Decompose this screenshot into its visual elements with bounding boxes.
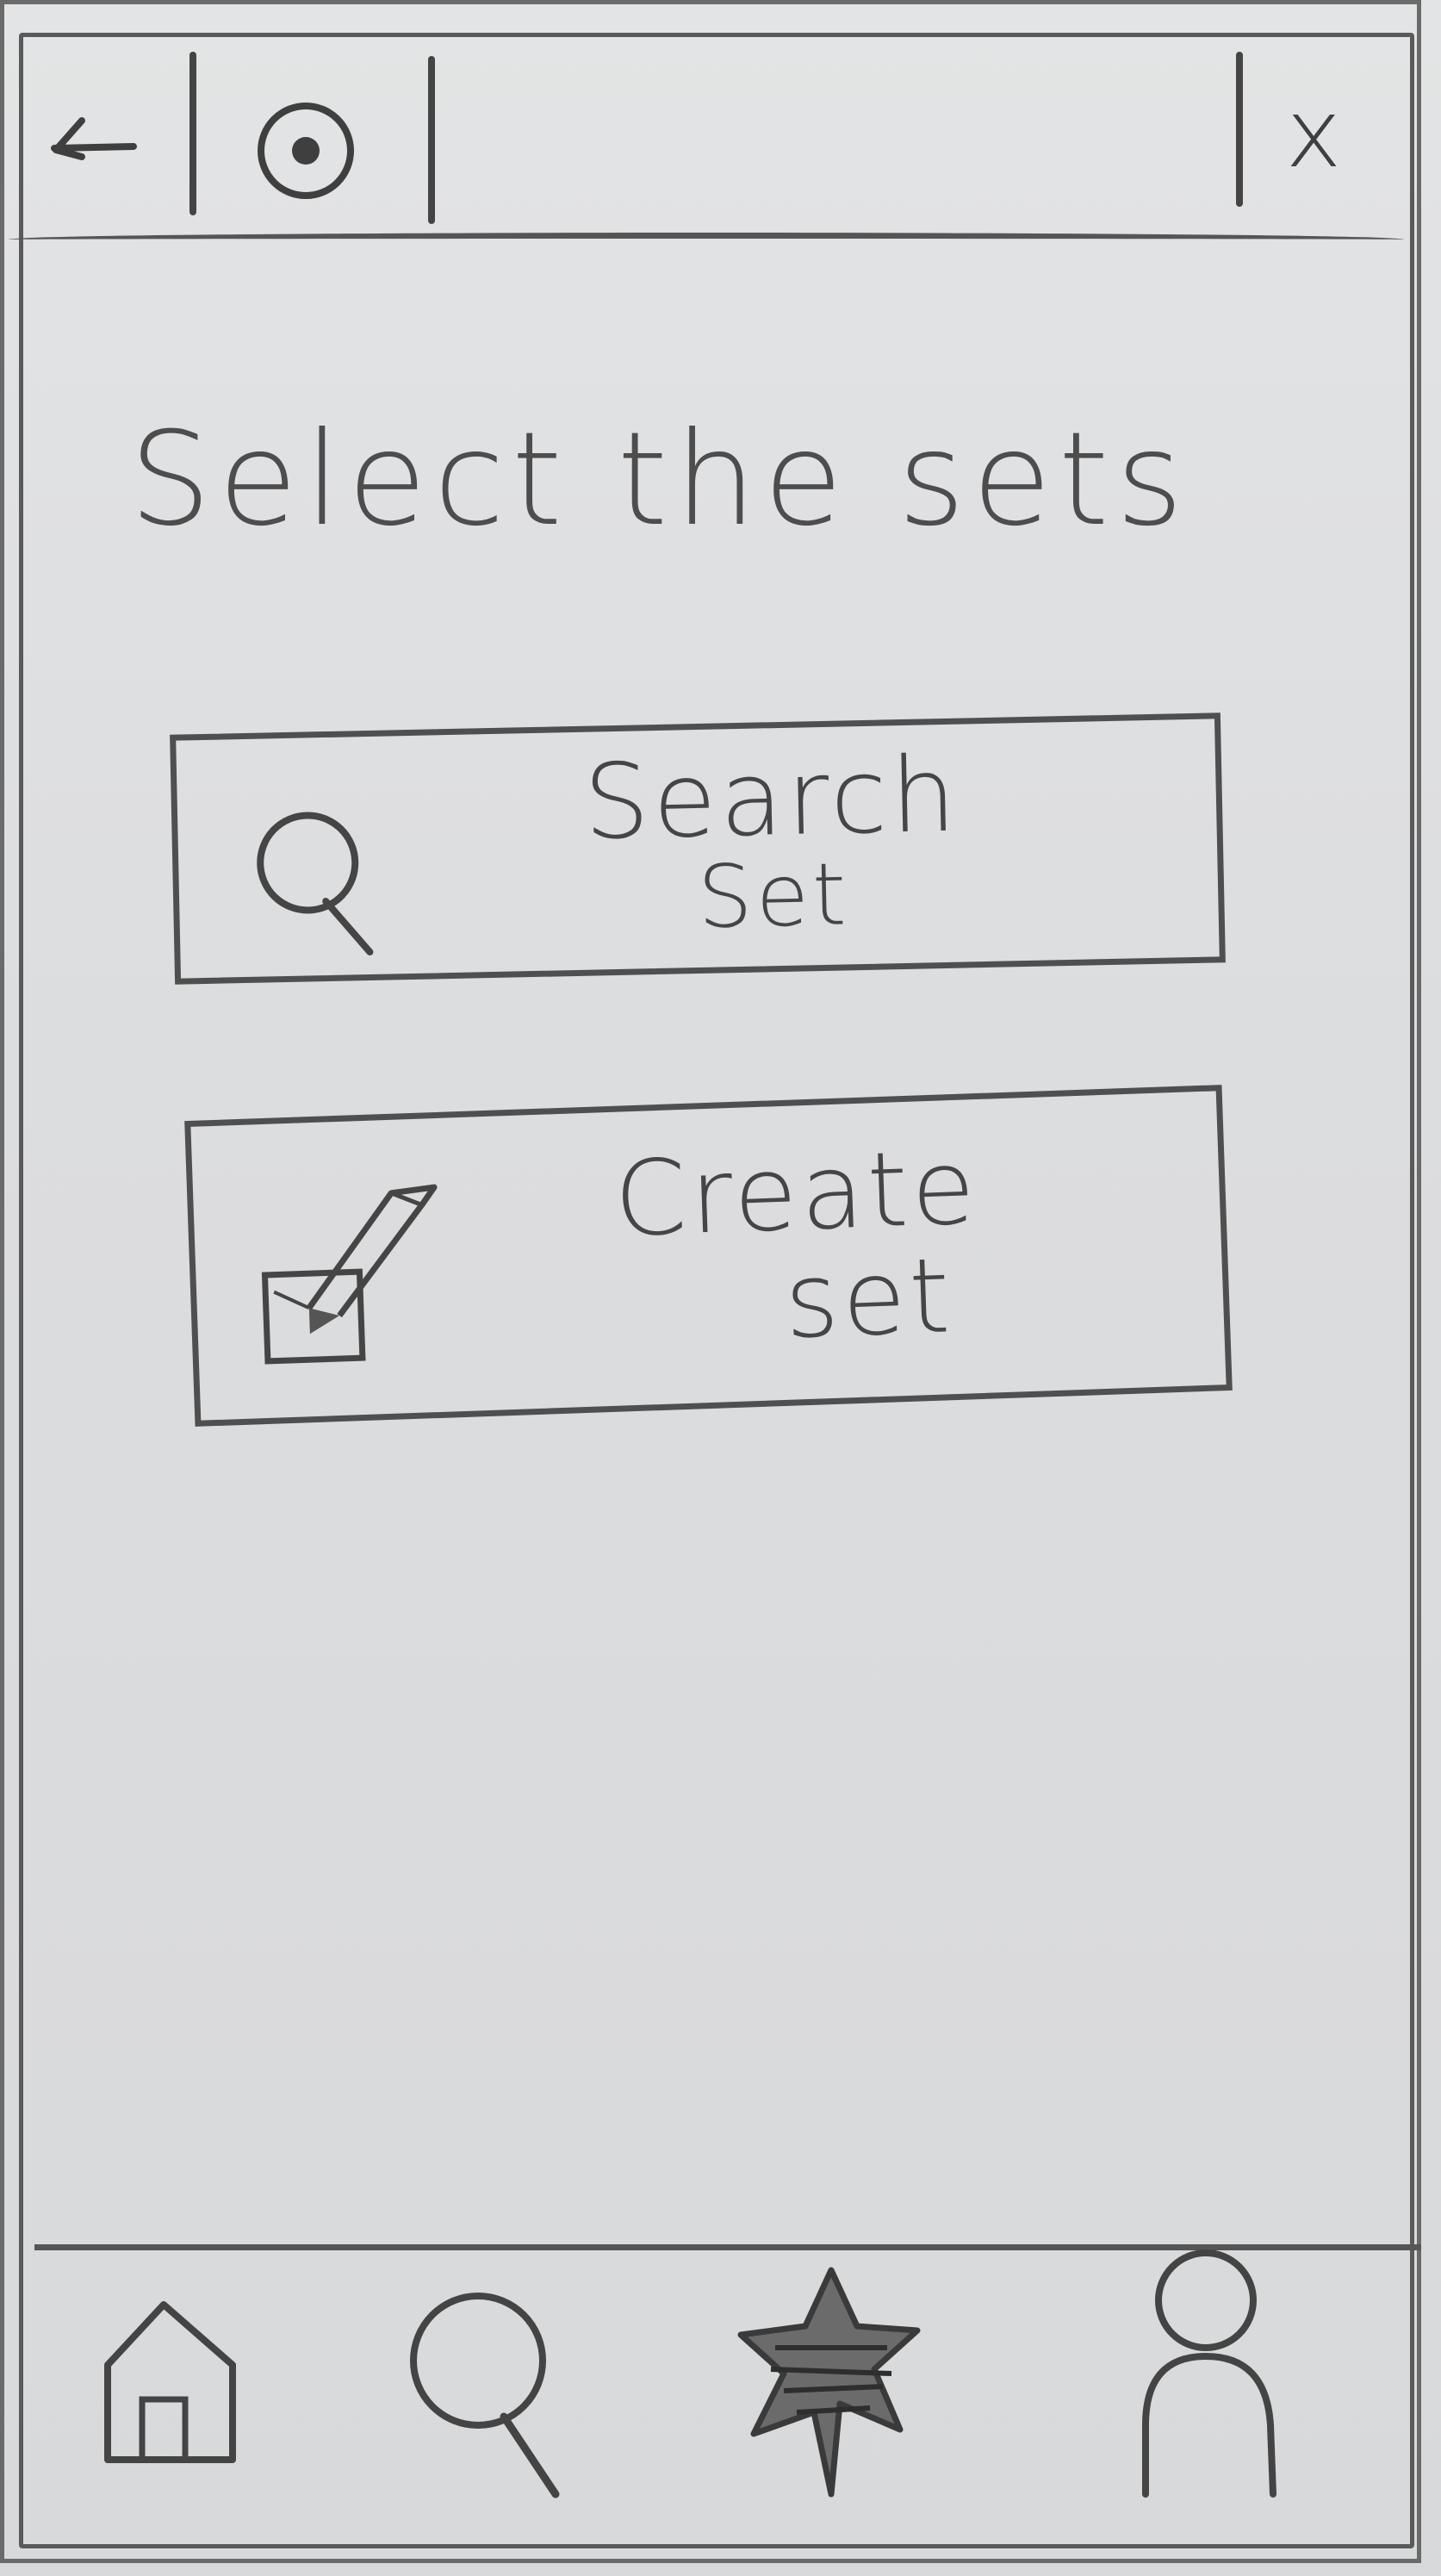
topbar-divider-line: [9, 233, 1404, 247]
nav-profile-button[interactable]: [1111, 2236, 1301, 2511]
create-set-label-line2: set: [782, 1236, 955, 1362]
nav-search-button[interactable]: [379, 2274, 594, 2507]
close-button[interactable]: x: [1249, 69, 1378, 198]
nav-favorites-button[interactable]: [728, 2257, 935, 2507]
page-title: Select the sets: [129, 405, 1190, 555]
profile-icon: [1142, 2249, 1276, 2498]
back-arrow-icon: [51, 117, 137, 160]
search-icon: [410, 2293, 560, 2498]
search-set-label-line1: Search: [582, 735, 961, 863]
topbar-divider: [189, 52, 196, 215]
home-icon: [104, 2301, 236, 2463]
nav-home-button[interactable]: [78, 2274, 267, 2490]
search-icon: [228, 787, 404, 963]
topbar-divider: [428, 56, 435, 224]
target-button[interactable]: [241, 86, 370, 215]
back-button[interactable]: [43, 95, 146, 198]
search-set-label-line2: Set: [696, 843, 851, 948]
star-icon: [737, 2267, 921, 2498]
create-set-button[interactable]: Create set: [184, 1085, 1233, 1427]
target-icon: [258, 103, 354, 199]
edit-box-icon: [235, 1164, 484, 1405]
close-icon: x: [1285, 78, 1342, 189]
search-set-label: Search Set: [469, 735, 1077, 948]
search-set-button[interactable]: Search Set: [170, 712, 1226, 985]
create-set-label: Create set: [494, 1128, 1103, 1366]
topbar-divider: [1236, 52, 1243, 207]
top-bar: [26, 43, 1404, 233]
create-set-label-line1: Create: [612, 1128, 981, 1260]
